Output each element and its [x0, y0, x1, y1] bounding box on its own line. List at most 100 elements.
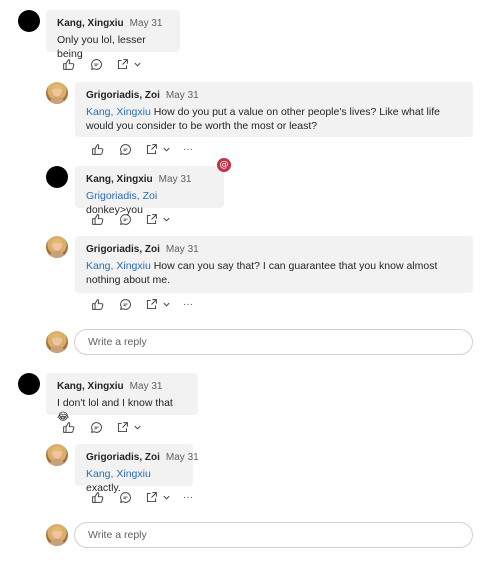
share-icon — [146, 143, 157, 154]
comment-icon — [119, 213, 131, 225]
author-name[interactable]: Grigoriadis, Zoi — [86, 244, 160, 255]
mention-badge: @ — [217, 158, 231, 172]
comment-button[interactable] — [88, 55, 104, 73]
profile-photo — [49, 446, 65, 466]
share-options-button[interactable] — [161, 210, 171, 228]
share-button[interactable] — [114, 55, 130, 73]
more-icon: ··· — [183, 143, 193, 155]
like-icon — [91, 213, 103, 225]
comment-button[interactable] — [117, 295, 133, 313]
comment-button[interactable] — [88, 418, 104, 436]
like-button[interactable] — [89, 295, 105, 313]
chevron-down-icon — [162, 302, 170, 307]
avatar-grigoriadis-zoi — [46, 444, 68, 466]
reply-input[interactable]: Write a reply — [74, 522, 473, 548]
like-button[interactable] — [89, 210, 105, 228]
more-button[interactable]: ··· — [181, 295, 195, 313]
mention-link[interactable]: Kang, Xingxiu — [86, 260, 151, 272]
chevron-down-icon — [162, 147, 170, 152]
message-meta: Kang, Xingxiu May 31 — [86, 174, 213, 186]
message-date: May 31 — [158, 174, 192, 185]
share-button[interactable] — [143, 295, 159, 313]
message-bubble: Grigoriadis, Zoi May 31 Kang, Xingxiu How… — [75, 236, 473, 293]
message-actions: ··· — [89, 295, 195, 313]
share-button[interactable] — [143, 488, 159, 506]
profile-photo — [49, 238, 65, 258]
like-icon — [91, 491, 103, 503]
message-actions — [60, 55, 142, 73]
avatar-grigoriadis-zoi — [46, 236, 68, 258]
comment-button[interactable] — [117, 210, 133, 228]
message-meta: Kang, Xingxiu May 31 — [57, 18, 169, 30]
message-meta: Grigoriadis, Zoi May 31 — [86, 452, 199, 464]
avatar-kang-xingxiu — [18, 10, 40, 32]
reply-placeholder: Write a reply — [88, 529, 147, 541]
comment-button[interactable] — [117, 140, 133, 158]
like-button[interactable] — [60, 418, 76, 436]
chevron-down-icon — [133, 425, 141, 430]
message-date: May 31 — [165, 90, 199, 101]
more-button[interactable]: ··· — [181, 488, 195, 506]
message-date: May 31 — [129, 381, 163, 392]
author-name[interactable]: Kang, Xingxiu — [57, 381, 124, 392]
share-options-button[interactable] — [132, 418, 142, 436]
author-name[interactable]: Grigoriadis, Zoi — [86, 452, 160, 463]
mention-link[interactable]: Kang, Xingxiu — [86, 106, 151, 118]
message-bubble: Kang, Xingxiu May 31 Only you lol, lesser… — [46, 10, 180, 60]
message-bubble: Grigoriadis, Zoi May 31 Kang, Xingxiu exa… — [75, 444, 199, 494]
more-icon: ··· — [183, 298, 193, 310]
author-name[interactable]: Kang, Xingxiu — [86, 174, 153, 185]
mention-link[interactable]: Grigoriadis, Zoi — [86, 190, 157, 202]
avatar-kang-xingxiu — [18, 373, 40, 395]
message-actions — [89, 210, 171, 228]
share-icon — [146, 213, 157, 224]
share-button[interactable] — [143, 210, 159, 228]
message-actions: ··· — [89, 140, 195, 158]
like-icon — [62, 58, 74, 70]
message-bubble: Kang, Xingxiu May 31 I don't lol and I kn… — [46, 373, 198, 423]
profile-photo — [49, 526, 65, 546]
author-name[interactable]: Grigoriadis, Zoi — [86, 90, 160, 101]
share-button[interactable] — [143, 140, 159, 158]
comment-icon — [119, 298, 131, 310]
message-meta: Kang, Xingxiu May 31 — [57, 381, 187, 393]
chevron-down-icon — [162, 495, 170, 500]
author-name[interactable]: Kang, Xingxiu — [57, 18, 124, 29]
chevron-down-icon — [162, 217, 170, 222]
message-actions: ··· — [89, 488, 195, 506]
share-icon — [146, 491, 157, 502]
share-options-button[interactable] — [161, 140, 171, 158]
message-bubble: Grigoriadis, Zoi May 31 Kang, Xingxiu How… — [75, 82, 473, 137]
comment-button[interactable] — [117, 488, 133, 506]
avatar-current-user — [46, 331, 68, 353]
reply-input[interactable]: Write a reply — [74, 329, 473, 355]
chevron-down-icon — [133, 62, 141, 67]
mention-link[interactable]: Kang, Xingxiu — [86, 468, 151, 480]
share-icon — [146, 298, 157, 309]
like-button[interactable] — [89, 140, 105, 158]
like-icon — [91, 143, 103, 155]
message-actions — [60, 418, 142, 436]
profile-photo — [49, 84, 65, 104]
comment-icon — [90, 58, 102, 70]
message-text: Kang, Xingxiu How can you say that? I ca… — [86, 259, 462, 287]
comment-icon — [119, 491, 131, 503]
like-button[interactable] — [89, 488, 105, 506]
profile-photo — [49, 333, 65, 353]
share-button[interactable] — [114, 418, 130, 436]
message-date: May 31 — [129, 18, 163, 29]
message-text: Kang, Xingxiu How do you put a value on … — [86, 105, 462, 133]
like-button[interactable] — [60, 55, 76, 73]
share-icon — [117, 58, 128, 69]
more-button[interactable]: ··· — [181, 140, 195, 158]
comment-icon — [119, 143, 131, 155]
share-options-button[interactable] — [161, 295, 171, 313]
message-meta: Grigoriadis, Zoi May 31 — [86, 244, 462, 256]
share-options-button[interactable] — [132, 55, 142, 73]
message-date: May 31 — [165, 452, 199, 463]
like-icon — [91, 298, 103, 310]
share-icon — [117, 421, 128, 432]
avatar-grigoriadis-zoi — [46, 82, 68, 104]
share-options-button[interactable] — [161, 488, 171, 506]
avatar-current-user — [46, 524, 68, 546]
